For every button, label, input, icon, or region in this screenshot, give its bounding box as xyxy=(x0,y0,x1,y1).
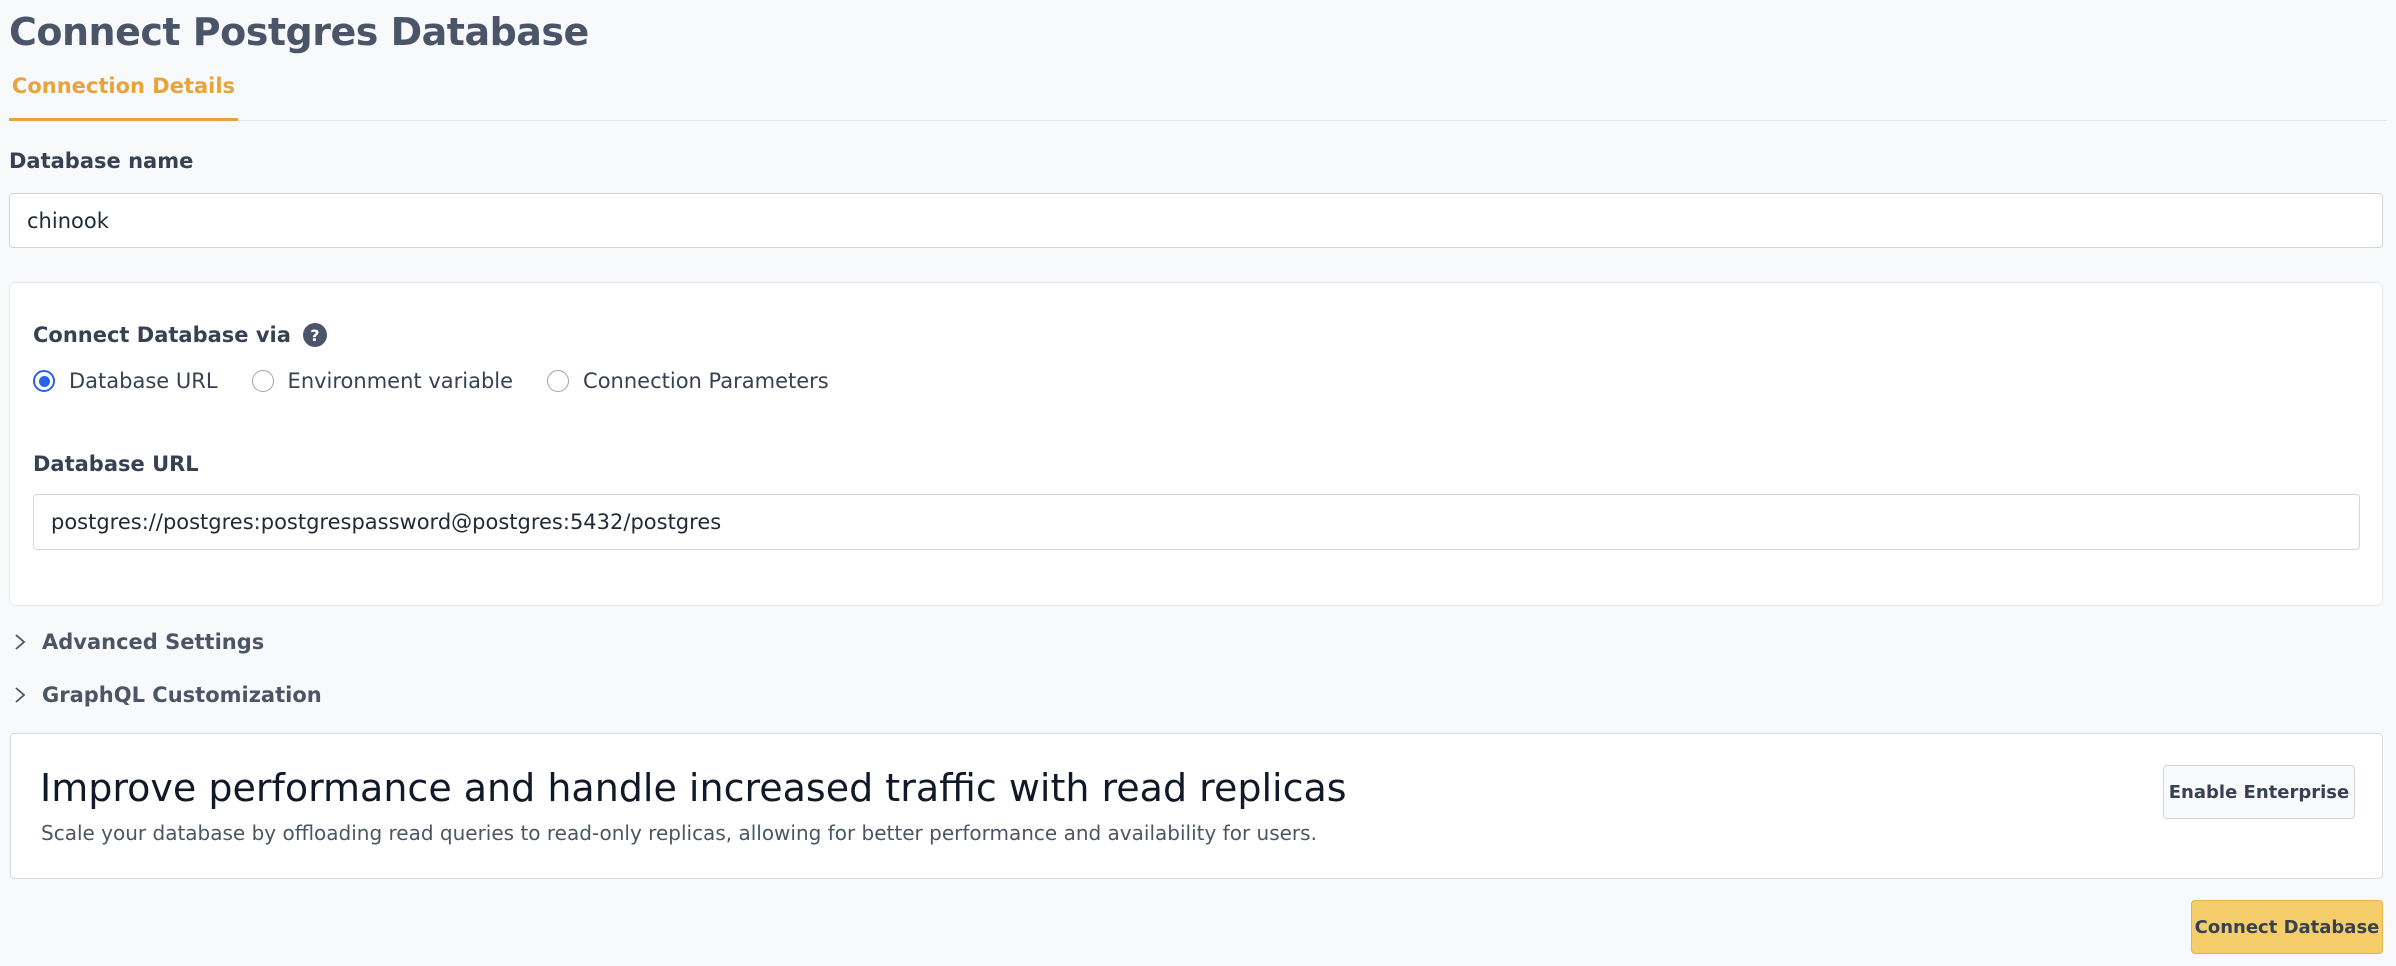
radio-label: Environment variable xyxy=(287,369,514,393)
connect-via-heading: Connect Database via ? xyxy=(33,323,327,347)
banner-title: Improve performance and handle increased… xyxy=(40,766,1347,810)
tab-connection-details[interactable]: Connection Details xyxy=(9,66,238,121)
question-circle-icon[interactable]: ? xyxy=(302,323,327,347)
radio-database-url[interactable]: Database URL xyxy=(33,369,218,393)
chevron-right-icon xyxy=(9,684,31,706)
advanced-settings-label: Advanced Settings xyxy=(42,630,265,654)
tabs-bar: Connection Details xyxy=(9,66,2387,121)
banner-description: Scale your database by offloading read q… xyxy=(41,821,1317,845)
radio-button[interactable] xyxy=(251,370,274,392)
advanced-settings-toggle[interactable]: Advanced Settings xyxy=(9,630,264,654)
database-url-label: Database URL xyxy=(33,452,199,476)
page-title: Connect Postgres Database xyxy=(9,10,589,54)
connect-via-label: Connect Database via xyxy=(33,323,291,347)
connect-database-page: Connect Postgres Database Connection Det… xyxy=(0,0,2396,966)
radio-label: Connection Parameters xyxy=(583,369,829,393)
read-replicas-banner: Improve performance and handle increased… xyxy=(10,733,2383,879)
database-url-input[interactable] xyxy=(33,494,2360,550)
database-name-label: Database name xyxy=(9,149,194,173)
enable-enterprise-button[interactable]: Enable Enterprise xyxy=(2163,765,2355,819)
radio-connection-parameters[interactable]: Connection Parameters xyxy=(547,369,829,393)
radio-button[interactable] xyxy=(547,370,570,392)
radio-button-checked[interactable] xyxy=(33,370,55,392)
connect-via-radio-group: Database URL Environment variable Connec… xyxy=(33,369,863,393)
connect-database-button[interactable]: Connect Database xyxy=(2191,900,2383,954)
connection-panel: Connect Database via ? Database URL Envi… xyxy=(9,282,2383,606)
database-name-input[interactable] xyxy=(9,193,2383,248)
radio-label: Database URL xyxy=(69,369,218,393)
chevron-right-icon xyxy=(9,631,31,653)
graphql-customization-label: GraphQL Customization xyxy=(42,683,322,707)
graphql-customization-toggle[interactable]: GraphQL Customization xyxy=(9,683,322,707)
radio-environment-variable[interactable]: Environment variable xyxy=(251,369,514,393)
